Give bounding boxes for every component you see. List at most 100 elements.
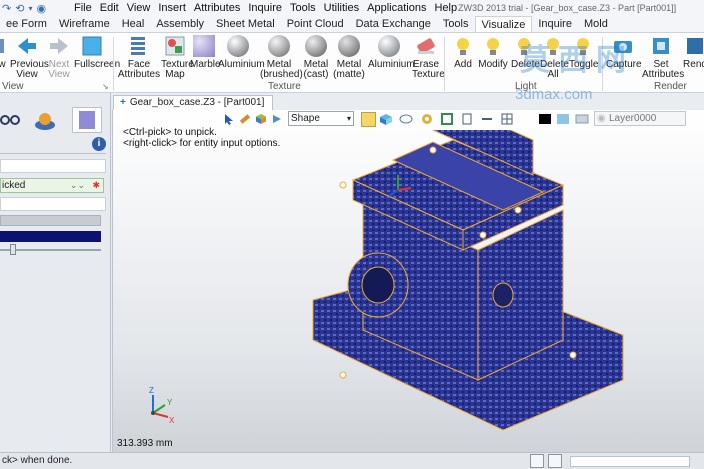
- aluminium-button[interactable]: Aluminium: [218, 35, 265, 70]
- tab-inquire[interactable]: Inquire: [532, 16, 578, 32]
- aluminium-sphere-icon: [227, 35, 249, 57]
- pick-filter-icon[interactable]: [239, 113, 251, 128]
- fullscreen-button[interactable]: Fullscreen: [74, 35, 120, 70]
- menu-file[interactable]: File: [70, 2, 96, 14]
- info-icon[interactable]: i: [92, 137, 106, 151]
- gear-icon[interactable]: [421, 113, 433, 128]
- status-view-icon[interactable]: [548, 454, 562, 468]
- panel-toolbar: [0, 107, 111, 135]
- zoom-fit-icon[interactable]: [441, 113, 453, 128]
- arrow-filter-icon[interactable]: [271, 113, 283, 128]
- button-label: View: [48, 69, 70, 80]
- texture-color-bar[interactable]: [0, 215, 101, 226]
- status-layout-icon[interactable]: [530, 454, 544, 468]
- button-label: Attributes: [117, 69, 161, 80]
- face-attributes-button[interactable]: Face Attributes: [117, 35, 161, 80]
- button-label: Rend: [683, 59, 704, 70]
- tab-wireframe[interactable]: Wireframe: [53, 16, 116, 32]
- menu-inquire[interactable]: Inquire: [244, 2, 286, 14]
- texture-preview-icon[interactable]: [72, 107, 102, 133]
- cube-view-icon[interactable]: [379, 113, 393, 129]
- render-button[interactable]: Rend: [682, 35, 704, 70]
- gearbox-model[interactable]: [303, 130, 643, 450]
- view-button-partial[interactable]: w: [0, 35, 10, 70]
- view-orient-icon[interactable]: [399, 113, 413, 128]
- light-bulb-icon: [482, 35, 504, 57]
- align-icon[interactable]: [481, 113, 493, 128]
- dialog-launcher-icon[interactable]: ↘: [102, 82, 109, 91]
- eraser-icon: [415, 35, 437, 57]
- metal-matte-button[interactable]: Metal (matte): [333, 35, 365, 80]
- pointer-icon[interactable]: [223, 113, 235, 128]
- previous-view-button[interactable]: Previous View: [10, 35, 49, 80]
- button-label: Add: [454, 59, 472, 70]
- color-swatch[interactable]: [0, 231, 101, 242]
- group-separator: [444, 37, 445, 91]
- menu-help[interactable]: Help: [430, 2, 461, 14]
- tab-assembly[interactable]: Assembly: [150, 16, 210, 32]
- chevron-down-icon[interactable]: ▾: [28, 4, 32, 13]
- double-chevron-down-icon[interactable]: ⌄⌄: [70, 179, 85, 192]
- light-bulb-icon: [452, 35, 474, 57]
- next-view-button[interactable]: Next View: [46, 35, 72, 80]
- layer-value: Layer0000: [609, 113, 657, 124]
- aluminium-button-2[interactable]: Aluminium: [368, 35, 415, 70]
- tab-point-cloud[interactable]: Point Cloud: [281, 16, 350, 32]
- tab-heal[interactable]: Heal: [116, 16, 151, 32]
- metal-cast-button[interactable]: Metal (cast): [302, 35, 330, 80]
- 3d-viewport[interactable]: Shape ▾ ◉ Layer0000 <Ctrl-pick> to unpic…: [112, 110, 704, 452]
- pick-filter-dropdown[interactable]: Shape ▾: [288, 111, 354, 126]
- color-swatch-icon[interactable]: [557, 114, 569, 124]
- menu-attributes[interactable]: Attributes: [190, 2, 244, 14]
- shape-display-icon[interactable]: [34, 111, 56, 134]
- grid-icon[interactable]: [501, 113, 513, 128]
- metal-sphere-icon: [305, 35, 327, 57]
- box-icon[interactable]: [255, 113, 267, 128]
- erase-texture-button[interactable]: Erase Texture: [412, 35, 445, 80]
- layer-visibility-icon[interactable]: [575, 113, 589, 128]
- button-label: (matte): [333, 69, 365, 80]
- panel-input[interactable]: [0, 197, 106, 211]
- tab-free-form[interactable]: ee Form: [0, 16, 53, 32]
- document-tab[interactable]: + Gear_box_case.Z3 - [Part001]: [113, 95, 273, 110]
- undo-icon[interactable]: ⟲: [15, 2, 24, 15]
- tab-mold[interactable]: Mold: [578, 16, 614, 32]
- light-bulb-icon: ◉: [597, 113, 606, 124]
- marble-button[interactable]: Marble: [190, 35, 221, 70]
- picked-entities-field[interactable]: icked ⌄⌄ ✱: [0, 178, 104, 193]
- options-icon[interactable]: ◉: [36, 2, 46, 15]
- plus-icon[interactable]: +: [120, 97, 126, 108]
- fullscreen-icon: [81, 35, 103, 57]
- watermark-logo: 莫西网: [520, 44, 634, 77]
- menu-insert[interactable]: Insert: [154, 2, 190, 14]
- add-light-button[interactable]: Add: [450, 35, 476, 70]
- color-black-icon[interactable]: [539, 114, 551, 124]
- button-label: Attributes: [642, 69, 685, 80]
- status-field[interactable]: [570, 456, 690, 467]
- tab-visualize[interactable]: Visualize: [474, 16, 533, 32]
- metal-brushed-button[interactable]: Metal (brushed): [260, 35, 303, 80]
- menu-view[interactable]: View: [123, 2, 155, 14]
- redo-icon[interactable]: ↷: [2, 2, 11, 15]
- display-toolbar: [361, 111, 593, 129]
- glasses-icon[interactable]: [0, 113, 20, 130]
- tab-data-exchange[interactable]: Data Exchange: [350, 16, 437, 32]
- menu-utilities[interactable]: Utilities: [320, 2, 363, 14]
- left-panel: i icked ⌄⌄ ✱: [0, 93, 111, 452]
- menu-edit[interactable]: Edit: [96, 2, 123, 14]
- layer-field[interactable]: ◉ Layer0000: [594, 111, 686, 126]
- texture-map-button[interactable]: Texture Map: [161, 35, 194, 80]
- set-attributes-button[interactable]: Set Attributes: [642, 35, 685, 80]
- pick-filter-value: Shape: [291, 113, 320, 124]
- panel-input[interactable]: [0, 159, 106, 173]
- modify-light-button[interactable]: Modify: [478, 35, 508, 70]
- section-icon[interactable]: [461, 113, 473, 128]
- tab-tools[interactable]: Tools: [437, 16, 475, 32]
- axis-label-y: Y: [167, 398, 173, 407]
- slider-thumb[interactable]: [10, 244, 16, 255]
- menu-applications[interactable]: Applications: [363, 2, 430, 14]
- clear-pick-icon[interactable]: ✱: [92, 179, 100, 192]
- tab-sheet-metal[interactable]: Sheet Metal: [210, 16, 281, 32]
- shaded-mode-icon[interactable]: [361, 112, 376, 127]
- menu-tools[interactable]: Tools: [286, 2, 320, 14]
